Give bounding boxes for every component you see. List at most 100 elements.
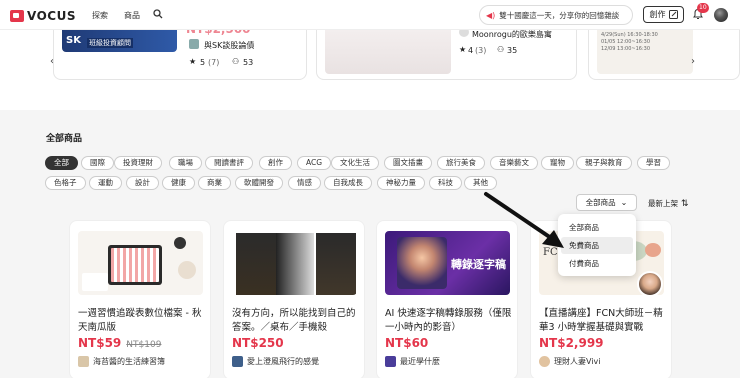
- annotation-arrow: [484, 192, 564, 248]
- category-chip[interactable]: 學習: [637, 156, 670, 170]
- sort-icon: ⇅: [681, 198, 689, 209]
- section-title: 全部商品: [46, 134, 83, 144]
- product-filter-dropdown[interactable]: 全部商品 ⌄: [576, 194, 637, 211]
- sort-label: 最新上架: [648, 199, 678, 208]
- category-chip[interactable]: 軟體開發: [235, 176, 283, 190]
- product-price: NT$60: [385, 336, 428, 350]
- rating-count: (7): [208, 58, 220, 67]
- category-chip[interactable]: 創作: [259, 156, 292, 170]
- category-chip[interactable]: 自我成長: [324, 176, 372, 190]
- product-title: 一週習慣追蹤表數位檔案 - 秋天南瓜版: [78, 308, 202, 333]
- seller-name: 理財人妻Vivi: [554, 357, 601, 366]
- create-label: 創作: [649, 10, 666, 19]
- banner-text: 班級投資顧問: [87, 38, 133, 48]
- notification-badge: 10: [697, 3, 709, 13]
- seller-avatar: [78, 356, 89, 367]
- buyers-count: 53: [243, 58, 254, 67]
- rating-count: (3): [475, 46, 487, 55]
- category-chip[interactable]: 音樂藝文: [490, 156, 538, 170]
- star-icon: ★: [189, 57, 197, 66]
- category-chip[interactable]: 情感: [288, 176, 321, 190]
- filter-label: 全部商品: [585, 198, 616, 207]
- price-value: NT$59: [78, 336, 122, 350]
- announcement-pill[interactable]: ◀) 雙十國慶這一天，分享你的回憶雜談: [479, 5, 633, 25]
- create-button[interactable]: 創作: [643, 6, 684, 23]
- category-chip[interactable]: 科技: [429, 176, 462, 190]
- nav-explore[interactable]: 探索: [92, 10, 108, 21]
- category-chip[interactable]: 商業: [198, 176, 231, 190]
- megaphone-icon: ◀): [486, 10, 496, 20]
- category-chip[interactable]: 職場: [169, 156, 202, 170]
- category-chip[interactable]: 設計: [126, 176, 159, 190]
- category-chip[interactable]: 圖文插畫: [384, 156, 432, 170]
- category-chip[interactable]: 國際: [81, 156, 114, 170]
- category-chip[interactable]: 親子與教育: [576, 156, 632, 170]
- category-chip[interactable]: 健康: [162, 176, 195, 190]
- product-title: 【直播講座】FCN大師班－精華3 小時掌握基礎與實戰: [539, 308, 663, 333]
- product-price: NT$250: [232, 336, 284, 350]
- product-title: AI 快速逐字稿轉錄服務（僅限一小時內的影音）: [385, 308, 512, 333]
- featured-banner: SK 班級投資顧問: [62, 30, 177, 52]
- category-chip[interactable]: 旅行美食: [437, 156, 485, 170]
- category-chip[interactable]: ACG: [297, 156, 332, 170]
- featured-card-1[interactable]: SK 班級投資顧問 NT$2,500 與SK談股論債 ★ 5 (7) ⚇ 53: [53, 22, 307, 80]
- product-image: [232, 231, 357, 295]
- logo-icon: [10, 10, 24, 22]
- category-chip[interactable]: 神秘力量: [377, 176, 425, 190]
- category-chip[interactable]: 全部: [45, 156, 78, 170]
- category-chip[interactable]: 色格子: [45, 176, 86, 190]
- buyers-icon: ⚇: [497, 45, 505, 54]
- seller-avatar: [539, 356, 550, 367]
- event-line: 4/29(Sun) 16:30-18:30: [601, 32, 658, 38]
- buyers-icon: ⚇: [232, 57, 240, 66]
- product-price: NT$2,999: [539, 336, 604, 350]
- seller-avatar: [385, 356, 396, 367]
- category-chip[interactable]: 運動: [89, 176, 122, 190]
- category-chip[interactable]: 寵物: [541, 156, 574, 170]
- original-price: NT$109: [126, 340, 162, 350]
- nav-products[interactable]: 商品: [124, 10, 140, 21]
- buyers-count: 35: [507, 46, 518, 55]
- chevron-down-icon: ⌄: [620, 198, 628, 207]
- product-card[interactable]: 一週習慣追蹤表數位檔案 - 秋天南瓜版 NT$59 NT$109 海苔醬的生活練習…: [69, 220, 211, 378]
- user-avatar[interactable]: [714, 8, 728, 22]
- featured-carousel: ‹ SK 班級投資顧問 NT$2,500 與SK談股論債 ★ 5 (7) ⚇ 5…: [0, 22, 740, 110]
- price-value: NT$250: [232, 336, 284, 350]
- top-navbar: VOCUS 探索 商品 ◀) 雙十國慶這一天，分享你的回憶雜談 創作 10: [0, 0, 740, 30]
- seller-info[interactable]: 最近學什麼: [385, 356, 440, 367]
- price-value: NT$60: [385, 336, 429, 350]
- event-line: 12/09 13:00~16:30: [601, 46, 651, 52]
- chevron-right-icon[interactable]: ›: [691, 56, 695, 67]
- seller-name[interactable]: 與SK談股論債: [204, 40, 254, 51]
- seller-avatar: [232, 356, 243, 367]
- product-price: NT$59 NT$109: [78, 336, 161, 350]
- all-products-section: 全部商品 全部 國際 投資理財 職場 閱讀書評 創作 ACG 文化生活 圖文插畫…: [0, 110, 740, 378]
- category-chip[interactable]: 投資理財: [114, 156, 162, 170]
- seller-name[interactable]: Moonrogu的歐樂島寓: [472, 29, 552, 40]
- category-chip[interactable]: 文化生活: [331, 156, 379, 170]
- featured-image: 4/29(Sun) 16:30-18:30 01/05 12:00~16:30 …: [597, 30, 693, 74]
- brand-name: VOCUS: [27, 9, 76, 23]
- sort-button[interactable]: 最新上架 ⇅: [648, 198, 689, 209]
- seller-info[interactable]: 愛上澄風飛行的感覺: [232, 356, 319, 367]
- vocus-logo[interactable]: VOCUS: [10, 9, 76, 23]
- product-card[interactable]: 沒有方向，所以能找到自己的答案。／桌布／手機殼 NT$250 愛上澄風飛行的感覺: [223, 220, 365, 378]
- announcement-text: 雙十國慶這一天，分享你的回憶雜談: [499, 10, 620, 20]
- seller-info[interactable]: 海苔醬的生活練習簿: [78, 356, 165, 367]
- seller-info[interactable]: 理財人妻Vivi: [539, 356, 600, 367]
- seller-name: 海苔醬的生活練習簿: [93, 357, 165, 366]
- star-icon: ★: [459, 45, 467, 54]
- rating-value: 4: [468, 46, 474, 55]
- event-line: 01/05 12:00~16:30: [601, 39, 651, 45]
- featured-card-3[interactable]: 4/29(Sun) 16:30-18:30 01/05 12:00~16:30 …: [588, 30, 740, 80]
- product-image: [78, 231, 203, 295]
- seller-name: 愛上澄風飛行的感覺: [247, 357, 319, 366]
- rating-value: 5: [200, 58, 206, 67]
- seller-avatar: [189, 39, 199, 49]
- featured-card-2[interactable]: Moonrogu的歐樂島寓 ★ 4 (3) ⚇ 35: [316, 27, 577, 80]
- category-chip[interactable]: 閱讀書評: [205, 156, 253, 170]
- search-icon[interactable]: [153, 9, 163, 19]
- banner-badge: SK: [66, 35, 81, 46]
- product-title: 沒有方向，所以能找到自己的答案。／桌布／手機殼: [232, 308, 356, 333]
- category-chip[interactable]: 其他: [464, 176, 497, 190]
